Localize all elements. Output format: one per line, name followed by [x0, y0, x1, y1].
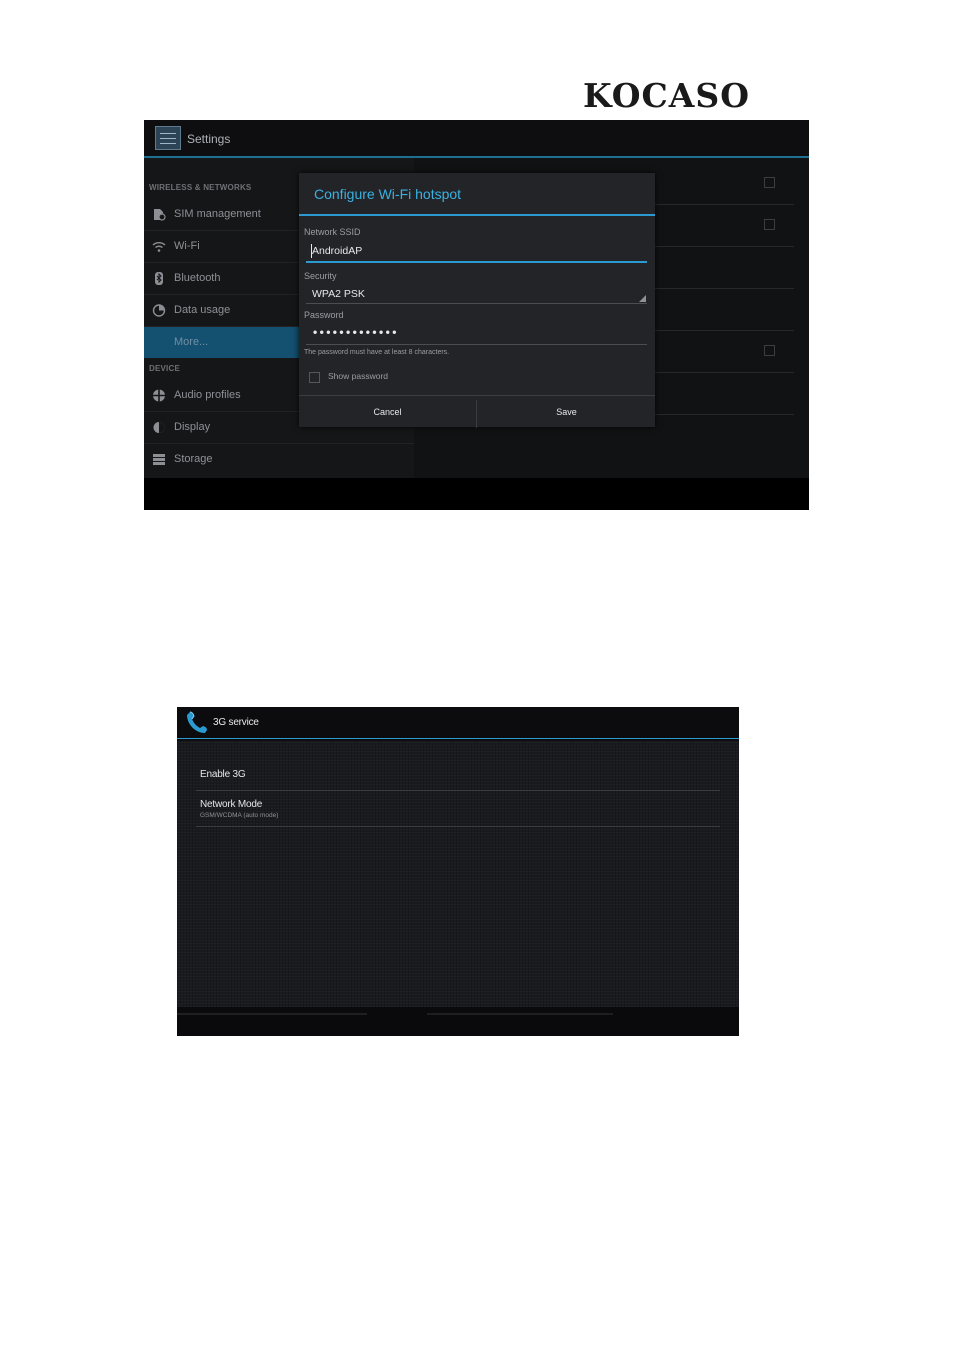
- settings-action-bar: Settings: [144, 120, 809, 158]
- ssid-input[interactable]: AndroidAP: [312, 245, 362, 257]
- settings-app-icon[interactable]: [155, 126, 181, 150]
- wifi-icon: [152, 240, 166, 253]
- password-hint: The password must have at least 8 charac…: [304, 349, 450, 356]
- checkbox[interactable]: [764, 219, 775, 230]
- item-title: Enable 3G: [200, 769, 246, 780]
- dialog-button-bar: Cancel Save: [299, 395, 655, 428]
- sidebar-item-label: Display: [174, 421, 211, 433]
- action-bar-title: Settings: [187, 132, 231, 146]
- audio-profiles-icon: [152, 389, 166, 402]
- item-title: Network Mode: [200, 799, 263, 810]
- ssid-input-underline: [306, 261, 647, 263]
- dropdown-arrow-icon[interactable]: [639, 295, 646, 302]
- button-divider: [476, 400, 477, 428]
- checkbox[interactable]: [764, 345, 775, 356]
- text-cursor: [311, 244, 312, 258]
- item-summary: GSM/WCDMA (auto mode): [200, 812, 279, 819]
- system-bar: [144, 478, 809, 510]
- 3g-service-list: Enable 3G Network Mode GSM/WCDMA (auto m…: [177, 741, 739, 1007]
- sim-card-icon: [152, 208, 166, 221]
- system-bar: [177, 1007, 739, 1036]
- wifi-hotspot-dialog: Configure Wi-Fi hotspot Network SSID And…: [299, 173, 655, 428]
- sidebar-item-label: SIM management: [174, 208, 261, 220]
- dialog-title: Configure Wi-Fi hotspot: [314, 186, 462, 202]
- show-password-checkbox[interactable]: [309, 372, 320, 383]
- show-password-label[interactable]: Show password: [328, 371, 388, 381]
- dialog-title-divider: [299, 214, 655, 216]
- password-input[interactable]: •••••••••••••: [313, 325, 399, 339]
- password-label: Password: [304, 310, 344, 320]
- bluetooth-icon: [152, 272, 166, 285]
- enable-3g-item[interactable]: Enable 3G: [196, 755, 720, 791]
- action-bar-title: 3G service: [213, 717, 259, 728]
- section-header-wireless: WIRELESS & NETWORKS: [149, 183, 252, 192]
- save-button[interactable]: Save: [478, 396, 655, 428]
- sidebar-item-label: Data usage: [174, 304, 231, 316]
- security-spinner-underline: [306, 303, 647, 304]
- security-spinner[interactable]: WPA2 PSK: [312, 288, 365, 300]
- ssid-label: Network SSID: [304, 227, 361, 237]
- settings-screenshot: Settings WIRELESS & NETWORKS SIM managem…: [144, 120, 809, 510]
- sidebar-item-label: Audio profiles: [174, 389, 241, 401]
- password-input-underline: [306, 344, 647, 345]
- sidebar-item-storage[interactable]: Storage: [144, 444, 414, 475]
- storage-icon: [152, 453, 166, 466]
- phone-icon[interactable]: [185, 710, 211, 736]
- display-brightness-icon: [152, 421, 166, 434]
- network-mode-item[interactable]: Network Mode GSM/WCDMA (auto mode): [196, 791, 720, 827]
- security-label: Security: [304, 271, 337, 281]
- kocaso-logo: KOCASO: [583, 76, 750, 115]
- section-header-device: DEVICE: [149, 364, 180, 373]
- checkbox[interactable]: [764, 177, 775, 188]
- sidebar-item-label: Storage: [174, 453, 213, 465]
- data-usage-icon: [152, 304, 166, 317]
- sidebar-item-label: Wi-Fi: [174, 240, 200, 252]
- sidebar-item-label: Bluetooth: [174, 272, 221, 284]
- 3g-service-screenshot: 3G service Enable 3G Network Mode GSM/WC…: [177, 707, 739, 1036]
- sidebar-item-label: More...: [174, 336, 209, 348]
- 3g-action-bar: 3G service: [177, 707, 739, 739]
- cancel-button[interactable]: Cancel: [299, 396, 476, 428]
